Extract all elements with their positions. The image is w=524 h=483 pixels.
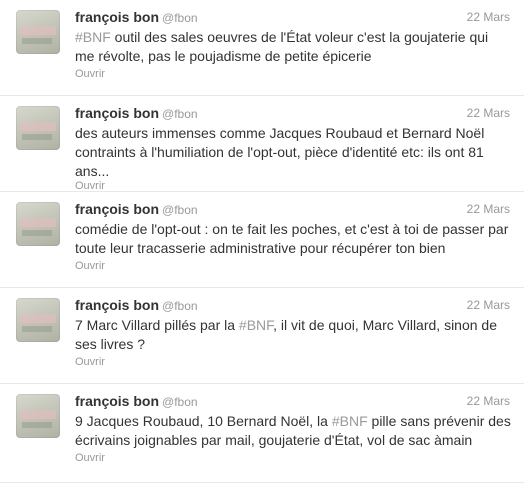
- tweet-timestamp[interactable]: 22 Mars: [467, 394, 510, 408]
- tweet-timestamp[interactable]: 22 Mars: [467, 106, 510, 120]
- author-fullname[interactable]: françois bon: [75, 9, 159, 25]
- open-tweet-link[interactable]: Ouvrir: [75, 260, 105, 272]
- author-username[interactable]: @fbon: [162, 107, 198, 121]
- tweet-text: des auteurs immenses comme Jacques Rouba…: [75, 125, 485, 179]
- tweet-item[interactable]: françois bon @fbon 22 Mars des auteurs im…: [0, 96, 524, 192]
- tweet-header: françois bon @fbon 22 Mars: [75, 297, 510, 315]
- author-fullname[interactable]: françois bon: [75, 393, 159, 409]
- open-tweet-link[interactable]: Ouvrir: [75, 356, 105, 368]
- tweet-text: comédie de l'opt-out : on te fait les po…: [75, 221, 509, 256]
- tweet-header: françois bon @fbon 22 Mars: [75, 105, 510, 123]
- tweet-timestamp[interactable]: 22 Mars: [467, 10, 510, 24]
- tweet-text-part: 7 Marc Villard pillés par la: [75, 317, 239, 333]
- tweet-header: françois bon @fbon 22 Mars: [75, 9, 510, 27]
- tweet-text-part: outil des sales oeuvres de l'État voleur…: [75, 29, 489, 64]
- open-tweet-link[interactable]: Ouvrir: [75, 180, 105, 192]
- author-fullname[interactable]: françois bon: [75, 201, 159, 217]
- tweet-header: françois bon @fbon 22 Mars: [75, 201, 510, 219]
- open-tweet-link[interactable]: Ouvrir: [75, 68, 105, 80]
- author-username[interactable]: @fbon: [162, 11, 198, 25]
- author-username[interactable]: @fbon: [162, 395, 198, 409]
- author-username[interactable]: @fbon: [162, 299, 198, 313]
- avatar[interactable]: [16, 10, 60, 54]
- tweet-text-part: 9 Jacques Roubaud, 10 Bernard Noël, la: [75, 413, 332, 429]
- author-username[interactable]: @fbon: [162, 203, 198, 217]
- tweet-timestamp[interactable]: 22 Mars: [467, 298, 510, 312]
- tweet-item[interactable]: françois bon @fbon 22 Mars #BNF outil des…: [0, 0, 524, 96]
- tweet-item[interactable]: françois bon @fbon 22 Mars comédie de l'o…: [0, 192, 524, 288]
- tweet-timeline: françois bon @fbon 22 Mars #BNF outil des…: [0, 0, 524, 483]
- tweet-text: 9 Jacques Roubaud, 10 Bernard Noël, la #…: [75, 412, 511, 450]
- author-fullname[interactable]: françois bon: [75, 105, 159, 121]
- hashtag-link[interactable]: #BNF: [332, 413, 368, 429]
- tweet-item[interactable]: françois bon @fbon 22 Mars 9 Jacques Roub…: [0, 384, 524, 483]
- hashtag-link[interactable]: #BNF: [75, 29, 111, 45]
- hashtag-link[interactable]: #BNF: [239, 317, 273, 333]
- open-tweet-link[interactable]: Ouvrir: [75, 452, 105, 464]
- tweet-text: #BNF outil des sales oeuvres de l'État v…: [75, 28, 511, 66]
- avatar[interactable]: [16, 394, 60, 438]
- tweet-timestamp[interactable]: 22 Mars: [467, 202, 510, 216]
- tweet-text: 7 Marc Villard pillés par la #BNF, il vi…: [75, 316, 511, 354]
- author-fullname[interactable]: françois bon: [75, 297, 159, 313]
- avatar[interactable]: [16, 106, 60, 150]
- avatar[interactable]: [16, 202, 60, 246]
- tweet-header: françois bon @fbon 22 Mars: [75, 393, 510, 411]
- avatar[interactable]: [16, 298, 60, 342]
- tweet-item[interactable]: françois bon @fbon 22 Mars 7 Marc Villard…: [0, 288, 524, 384]
